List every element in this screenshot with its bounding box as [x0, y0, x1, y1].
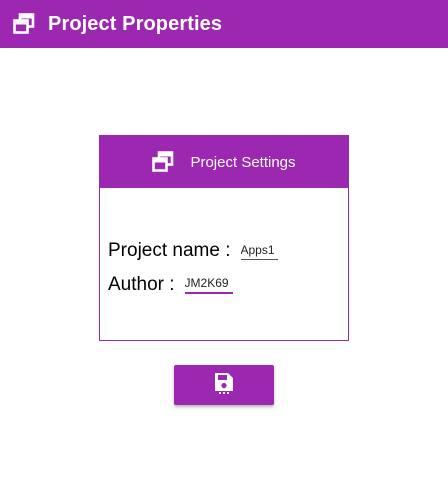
window-restore-icon	[152, 151, 174, 173]
author-label: Author :	[108, 274, 175, 295]
author-row: Author : JM2K69	[108, 274, 233, 296]
app-title: Project Properties	[48, 12, 223, 35]
card-header: Project Settings	[100, 136, 348, 188]
project-name-row: Project name : Apps1	[108, 240, 278, 262]
save-button[interactable]	[174, 365, 274, 405]
project-name-field[interactable]: Apps1	[240, 243, 278, 260]
project-settings-card: Project Settings Project name : Apps1 Au…	[99, 135, 349, 341]
card-header-label: Project Settings	[190, 153, 296, 171]
author-field[interactable]: JM2K69	[184, 276, 233, 294]
save-icon	[214, 372, 234, 399]
app-bar: Project Properties	[0, 0, 448, 48]
project-name-label: Project name :	[108, 240, 231, 261]
window-restore-icon	[13, 13, 35, 35]
